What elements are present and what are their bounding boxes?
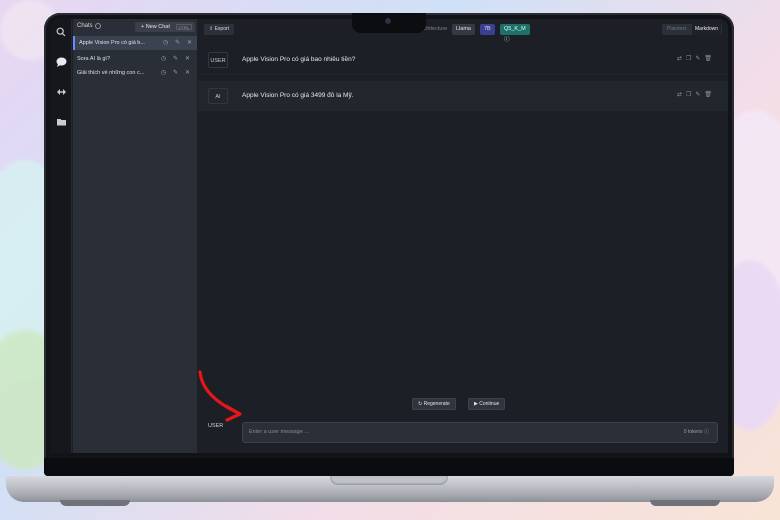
sidebar-chat-item[interactable]: Sora AI là gì? ◷ ✎ ✕ (73, 52, 197, 66)
message-tools: ⇄❐✎🗑 (677, 55, 716, 62)
chat-message-user: USER Apple Vision Pro có giá bao nhiêu t… (198, 45, 728, 75)
role-badge[interactable]: USER (208, 52, 228, 68)
regenerate-label: Regenerate (423, 401, 450, 407)
camera-icon (385, 18, 391, 24)
new-chat-label: + New Chat (141, 24, 170, 30)
view-toggle[interactable]: Plaintext Markdown (662, 24, 722, 35)
sidebar-header: Chats + New Chat CTRL (73, 21, 197, 35)
laptop-opening-notch (330, 476, 448, 485)
new-chat-button[interactable]: + New Chat CTRL (135, 22, 195, 32)
chats-sidebar: Chats + New Chat CTRL Apple Vision Pro c… (73, 19, 197, 453)
swap-icon[interactable]: ⇄ (677, 56, 686, 62)
regenerate-button[interactable]: ↻ Regenerate (412, 398, 456, 410)
quant-badge-label: Q5_K_M (504, 26, 526, 32)
trash-icon[interactable]: 🗑 (704, 56, 716, 62)
laptop-foot (650, 500, 720, 506)
shortcut-badge: CTRL (175, 24, 192, 30)
continue-button[interactable]: ▶ Continue (468, 398, 506, 410)
view-option-markdown[interactable]: Markdown (692, 24, 722, 35)
info-icon[interactable] (95, 23, 101, 29)
sidebar-chat-item[interactable]: Apple Vision Pro có giá b... ◷ ✎ ✕ (73, 36, 197, 50)
message-text[interactable]: Apple Vision Pro có giá bao nhiêu tiền? (242, 56, 355, 63)
quant-badge: Q5_K_M ⓘ (500, 24, 530, 43)
duplicate-icon[interactable]: ◷ (163, 39, 168, 46)
sidebar-title: Chats (77, 23, 93, 29)
top-bar: ⇪ Export Architecture Llama 7B Q5_K_M ⓘ … (198, 19, 728, 43)
architecture-value: Llama (452, 24, 475, 35)
export-button[interactable]: ⇪ Export (204, 24, 235, 35)
close-icon[interactable]: ✕ (185, 69, 190, 76)
view-option-plaintext[interactable]: Plaintext (667, 24, 686, 35)
search-icon[interactable] (55, 27, 67, 39)
edit-icon[interactable]: ✎ (175, 39, 180, 46)
app-screen: Chats + New Chat CTRL Apple Vision Pro c… (50, 19, 728, 453)
edit-icon[interactable]: ✎ (173, 55, 178, 62)
message-input[interactable]: Enter a user message ... 0 tokens ⓘ (242, 422, 718, 443)
token-count-label: 0 tokens (683, 429, 703, 435)
chat-message-ai: AI Apple Vision Pro có giá 3499 đô la Mỹ… (198, 81, 728, 111)
trash-icon[interactable]: 🗑 (704, 92, 716, 98)
chat-item-title: Sora AI là gì? (77, 56, 111, 62)
icon-rail (50, 19, 72, 453)
export-label: Export (214, 26, 230, 32)
folder-icon[interactable] (55, 117, 67, 129)
annotation-arrow-icon (198, 370, 242, 422)
role-badge[interactable]: AI (208, 88, 228, 104)
swap-arrows-icon[interactable] (55, 87, 67, 99)
continue-label: Continue (479, 401, 500, 407)
duplicate-icon[interactable]: ◷ (161, 69, 166, 76)
size-badge: 7B (480, 24, 495, 35)
input-placeholder: Enter a user message ... (249, 429, 309, 435)
camera-notch (352, 13, 426, 33)
sidebar-chat-item[interactable]: Giải thích về những con c... ◷ ✎ ✕ (73, 66, 197, 80)
copy-icon[interactable]: ❐ (686, 92, 695, 98)
chat-bubble-icon[interactable] (55, 57, 67, 69)
close-icon[interactable]: ✕ (185, 55, 190, 62)
chat-item-title: Apple Vision Pro có giá b... (79, 40, 145, 46)
duplicate-icon[interactable]: ◷ (161, 55, 166, 62)
message-text[interactable]: Apple Vision Pro có giá 3499 đô la Mỹ. (242, 92, 354, 99)
chat-item-title: Giải thích về những con c... (77, 70, 145, 76)
swap-icon[interactable]: ⇄ (677, 92, 686, 98)
edit-icon[interactable]: ✎ (173, 69, 178, 76)
close-icon[interactable]: ✕ (187, 39, 192, 46)
laptop-foot (60, 500, 130, 506)
token-count: 0 tokens ⓘ (683, 429, 709, 435)
laptop-chin (44, 458, 734, 476)
message-tools: ⇄❐✎🗑 (677, 91, 716, 98)
copy-icon[interactable]: ❐ (686, 56, 695, 62)
